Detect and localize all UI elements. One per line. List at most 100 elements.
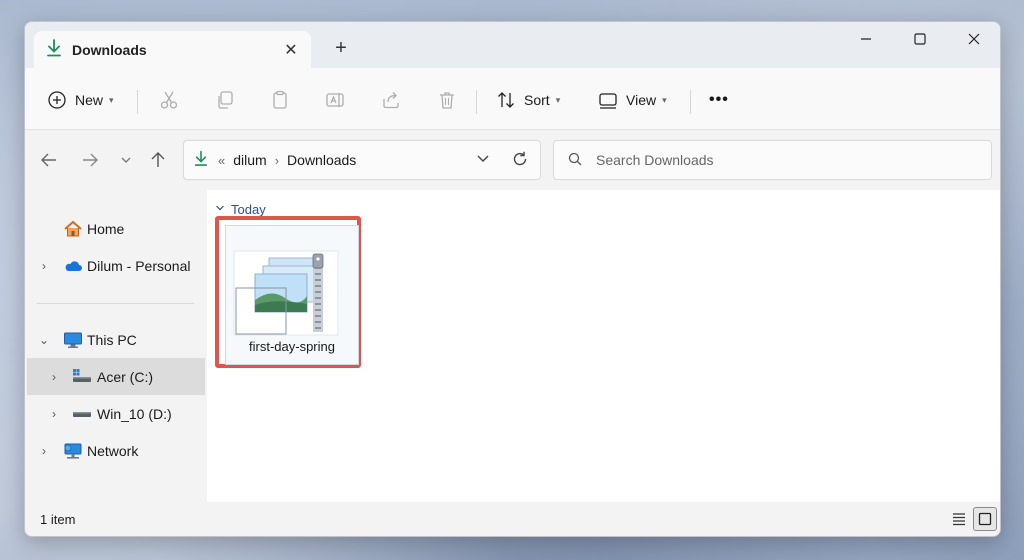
sidebar-item-label: Home (87, 220, 125, 237)
new-button[interactable]: New ▾ (47, 86, 114, 114)
expand-chevron-icon[interactable]: › (37, 259, 51, 273)
tab-downloads[interactable]: Downloads ✕ (34, 31, 311, 68)
address-history-button[interactable] (476, 151, 490, 168)
rename-button[interactable] (325, 86, 345, 114)
copy-button[interactable] (215, 86, 235, 114)
arrow-right-icon (83, 153, 98, 167)
search-input[interactable] (596, 152, 976, 168)
minimize-icon (861, 38, 871, 40)
more-options-button[interactable]: ••• (709, 86, 729, 114)
cut-button[interactable] (159, 86, 179, 114)
back-button[interactable] (37, 148, 61, 172)
file-explorer-window: Downloads ✕ + New ▾ Sort ▾ View ▾ ••• « … (24, 21, 1001, 537)
arrow-left-icon (41, 153, 56, 167)
view-layout-icon (599, 93, 617, 109)
scissors-icon (160, 91, 178, 109)
file-list-pane: Today first-day-spring (207, 190, 1000, 502)
breadcrumb-dilum[interactable]: dilum (233, 152, 266, 168)
overflow-chevron[interactable]: « (218, 153, 225, 168)
sort-label: Sort (524, 92, 550, 108)
chevron-down-icon: ▾ (555, 94, 561, 105)
sort-button[interactable]: Sort ▾ (496, 86, 560, 114)
refresh-button[interactable] (512, 151, 528, 170)
minimize-button[interactable] (843, 22, 889, 56)
sidebar-item-home[interactable]: Home (27, 210, 205, 247)
item-count-label: 1 item (40, 512, 76, 527)
refresh-icon (513, 151, 527, 166)
drive-icon (72, 367, 92, 387)
group-header-today[interactable]: Today (215, 202, 266, 217)
close-window-button[interactable] (951, 22, 997, 56)
breadcrumb-downloads[interactable]: Downloads (287, 152, 356, 168)
search-box[interactable] (553, 140, 992, 180)
chevron-down-icon (477, 155, 489, 162)
maximize-icon (914, 33, 926, 45)
title-bar: Downloads ✕ + (25, 22, 1000, 68)
chevron-down-icon: ▾ (109, 94, 114, 105)
search-icon (568, 152, 582, 169)
sidebar-item-label: This PC (87, 331, 137, 348)
up-button[interactable] (146, 148, 170, 172)
toolbar-divider (690, 90, 691, 114)
trash-icon (440, 92, 454, 109)
details-view-button[interactable] (947, 507, 971, 531)
network-icon (63, 441, 83, 461)
toolbar-divider (137, 90, 138, 114)
file-item[interactable]: first-day-spring (225, 225, 359, 365)
sidebar-item-label: Network (87, 442, 139, 459)
expand-chevron-icon[interactable]: › (47, 370, 61, 384)
recent-locations-button[interactable] (114, 148, 138, 172)
zip-folder-icon (233, 250, 339, 339)
large-icons-view-button[interactable] (973, 507, 997, 531)
rename-icon (326, 93, 344, 107)
download-arrow-icon (194, 150, 208, 170)
tab-close-icon[interactable]: ✕ (279, 38, 303, 62)
paste-button[interactable] (270, 86, 290, 114)
clipboard-icon (273, 90, 287, 109)
home-icon (63, 219, 83, 239)
tab-title: Downloads (72, 41, 147, 58)
expand-chevron-icon[interactable]: › (37, 444, 51, 458)
close-icon (968, 33, 980, 45)
more-icon: ••• (709, 91, 729, 108)
sidebar-item-label: Win_10 (D:) (97, 405, 172, 422)
sidebar-item-acer-c[interactable]: › Acer (C:) (27, 358, 205, 395)
view-label: View (626, 92, 657, 108)
sidebar-item-this-pc[interactable]: ⌄ This PC (27, 321, 205, 358)
sidebar-item-label: Dilum - Personal (87, 257, 191, 274)
toolbar-divider (476, 90, 477, 114)
expand-chevron-icon[interactable]: › (47, 407, 61, 421)
sort-arrows-icon (498, 92, 514, 108)
sidebar-item-onedrive[interactable]: › Dilum - Personal (27, 247, 205, 284)
details-list-icon (953, 513, 965, 526)
chevron-down-icon (215, 203, 225, 216)
forward-button[interactable] (78, 148, 102, 172)
monitor-icon (63, 330, 83, 350)
sidebar-divider (37, 303, 194, 304)
share-icon (383, 92, 399, 109)
group-label: Today (231, 202, 266, 217)
breadcrumb-separator: › (274, 152, 280, 168)
delete-button[interactable] (437, 86, 457, 114)
navigation-bar: « dilum › Downloads (25, 130, 1000, 190)
download-arrow-icon (46, 39, 62, 60)
expand-chevron-icon[interactable]: ⌄ (37, 333, 51, 347)
address-bar[interactable]: « dilum › Downloads (183, 140, 541, 180)
sidebar-item-network[interactable]: › Network (27, 432, 205, 469)
new-tab-button[interactable]: + (329, 36, 353, 60)
view-button[interactable]: View ▾ (598, 86, 667, 114)
arrow-up-icon (151, 152, 165, 167)
sidebar-item-label: Acer (C:) (97, 368, 153, 385)
drive-icon (72, 404, 92, 424)
sidebar-item-win10-d[interactable]: › Win_10 (D:) (27, 395, 205, 432)
share-button[interactable] (381, 86, 401, 114)
copy-icon (218, 91, 233, 109)
status-bar: 1 item (25, 502, 1000, 536)
chevron-down-icon (121, 157, 131, 163)
new-label: New (75, 92, 104, 108)
file-name-label: first-day-spring (249, 339, 335, 354)
maximize-button[interactable] (897, 22, 943, 56)
command-bar: New ▾ Sort ▾ View ▾ ••• (25, 68, 1000, 130)
plus-circle-icon (48, 91, 66, 109)
onedrive-cloud-icon (63, 256, 83, 276)
